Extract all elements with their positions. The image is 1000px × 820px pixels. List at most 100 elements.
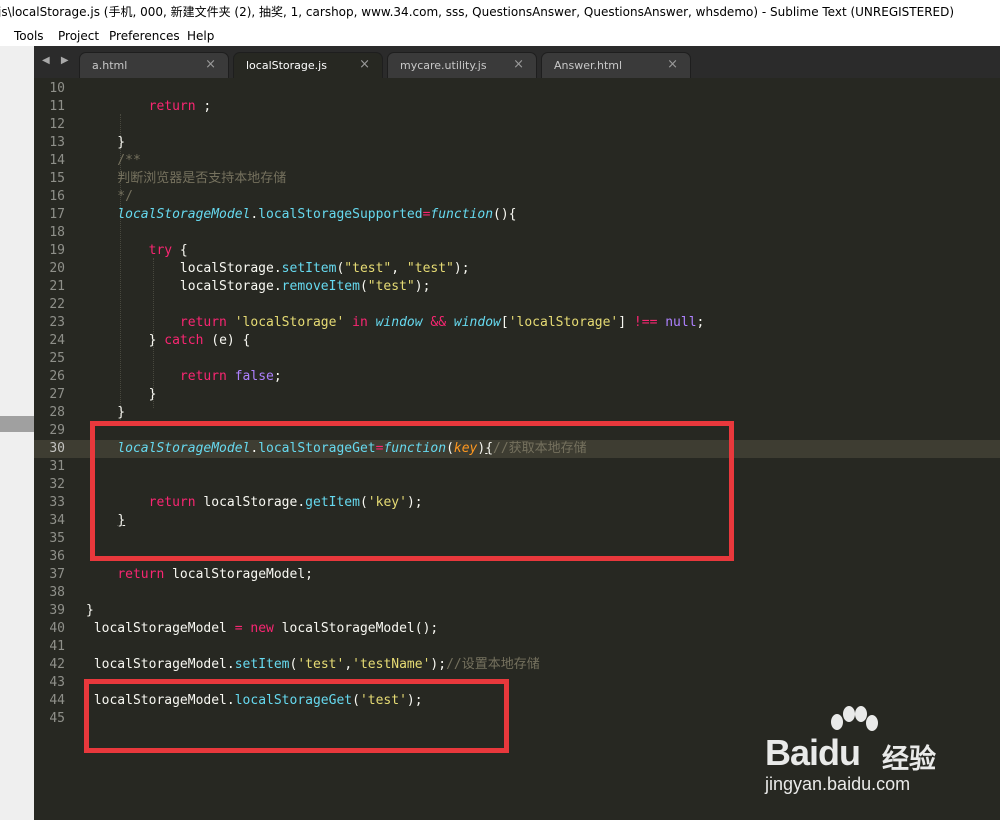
code-token: return	[148, 99, 196, 114]
line-number: 26	[49, 369, 65, 384]
tab-label: Answer.html	[554, 59, 623, 72]
code-text: localStorage.setItem("test", "test");	[86, 260, 470, 278]
line-number: 21	[49, 279, 65, 294]
code-line[interactable]: 11 return ;	[34, 98, 1000, 116]
code-text: localStorageModel = new localStorageMode…	[86, 620, 438, 638]
tab-close-icon[interactable]: ×	[205, 57, 216, 72]
code-token: &&	[430, 315, 447, 330]
code-text: } catch (e) {	[86, 332, 251, 350]
tab-close-icon[interactable]: ×	[359, 57, 370, 72]
code-line[interactable]: 22	[34, 296, 1000, 314]
line-number: 12	[49, 117, 65, 132]
code-line[interactable]: 21 localStorage.removeItem("test");	[34, 278, 1000, 296]
code-token: 'localStorage'	[508, 315, 619, 330]
code-line[interactable]: 40 localStorageModel = new localStorageM…	[34, 620, 1000, 638]
code-token: localStorageModel	[86, 621, 235, 636]
line-number: 23	[49, 315, 65, 330]
code-token: !==	[633, 315, 658, 330]
code-text: return localStorageModel;	[86, 566, 313, 584]
menu-preferences[interactable]: Preferences	[109, 28, 180, 44]
tab-label: a.html	[92, 59, 128, 72]
code-token: /**	[86, 153, 141, 168]
code-token: );	[430, 657, 447, 672]
code-token: */	[86, 189, 133, 204]
code-line[interactable]: 14 /**	[34, 152, 1000, 170]
code-line[interactable]: 20 localStorage.setItem("test", "test");	[34, 260, 1000, 278]
tab-mycare-utility-js[interactable]: mycare.utility.js ×	[387, 52, 537, 78]
code-text: /**	[86, 152, 141, 170]
code-line[interactable]: 39}	[34, 602, 1000, 620]
code-text: localStorage.removeItem("test");	[86, 278, 431, 296]
code-token: ,	[391, 261, 407, 276]
code-line[interactable]: 16 */	[34, 188, 1000, 206]
code-token: return	[117, 567, 165, 582]
line-number: 30	[49, 441, 65, 456]
tab-close-icon[interactable]: ×	[667, 57, 678, 72]
code-line[interactable]: 10	[34, 80, 1000, 98]
code-line[interactable]: 24 } catch (e) {	[34, 332, 1000, 350]
code-token: localStorageModel();	[273, 621, 439, 636]
code-line[interactable]: 23 return 'localStorage' in window && wi…	[34, 314, 1000, 332]
code-token: localStorageModel;	[164, 567, 313, 582]
code-token: (	[359, 279, 368, 294]
line-number: 28	[49, 405, 65, 420]
code-text: return ;	[86, 98, 212, 116]
watermark-url: jingyan.baidu.com	[765, 774, 911, 794]
code-line[interactable]: 15 判断浏览器是否支持本地存储	[34, 170, 1000, 188]
line-number: 37	[49, 567, 65, 582]
code-line[interactable]: 12	[34, 116, 1000, 134]
code-token: }	[86, 333, 165, 348]
code-token: return	[179, 315, 227, 330]
code-token: setItem	[281, 261, 337, 276]
code-line[interactable]: 42 localStorageModel.setItem('test','tes…	[34, 656, 1000, 674]
code-token: =	[234, 621, 243, 636]
code-line[interactable]: 17 localStorageModel.localStorageSupport…	[34, 206, 1000, 224]
code-token: (e) {	[203, 333, 251, 348]
code-token: (){	[493, 207, 517, 222]
sidebar-panel	[0, 46, 34, 820]
baidu-watermark: Baidu 经验 jingyan.baidu.com	[765, 706, 995, 802]
code-token: }	[86, 387, 157, 402]
tab-close-icon[interactable]: ×	[513, 57, 524, 72]
line-number: 41	[49, 639, 65, 654]
tab-localstorage-js[interactable]: localStorage.js ×	[233, 52, 383, 78]
line-number: 31	[49, 459, 65, 474]
code-line[interactable]: 41	[34, 638, 1000, 656]
code-line[interactable]: 28 }	[34, 404, 1000, 422]
sidebar-scrollbar[interactable]	[0, 416, 34, 432]
code-line[interactable]: 27 }	[34, 386, 1000, 404]
code-token: 'test'	[297, 657, 345, 672]
code-line[interactable]: 38	[34, 584, 1000, 602]
code-token: //设置本地存储	[446, 657, 540, 672]
line-number: 14	[49, 153, 65, 168]
code-line[interactable]: 19 try {	[34, 242, 1000, 260]
line-number: 45	[49, 711, 65, 726]
code-line[interactable]: 18	[34, 224, 1000, 242]
code-token: localStorage.	[86, 261, 282, 276]
code-line[interactable]: 37 return localStorageModel;	[34, 566, 1000, 584]
code-token: catch	[164, 333, 204, 348]
code-token: );	[453, 261, 470, 276]
menu-project[interactable]: Project	[58, 28, 99, 44]
line-number: 20	[49, 261, 65, 276]
code-token: in	[352, 315, 368, 330]
window-title: js\localStorage.js (手机, 000, 新建文件夹 (2), …	[0, 5, 955, 19]
menu-tools[interactable]: Tools	[14, 28, 44, 44]
code-line[interactable]: 25	[34, 350, 1000, 368]
code-text: try {	[86, 242, 188, 260]
line-number: 25	[49, 351, 65, 366]
code-token: localStorageModel.	[86, 657, 235, 672]
tab-nav-arrows-icon[interactable]: ◀ ▶	[42, 55, 73, 66]
line-number: 33	[49, 495, 65, 510]
code-token: ,	[344, 657, 353, 672]
tab-a-html[interactable]: a.html ×	[79, 52, 229, 78]
code-token: localStorageSupported	[258, 207, 423, 222]
code-line[interactable]: 26 return false;	[34, 368, 1000, 386]
code-line[interactable]: 13 }	[34, 134, 1000, 152]
tab-answer-html[interactable]: Answer.html ×	[541, 52, 691, 78]
menu-help[interactable]: Help	[187, 28, 214, 44]
code-text: 判断浏览器是否支持本地存储	[86, 170, 286, 188]
